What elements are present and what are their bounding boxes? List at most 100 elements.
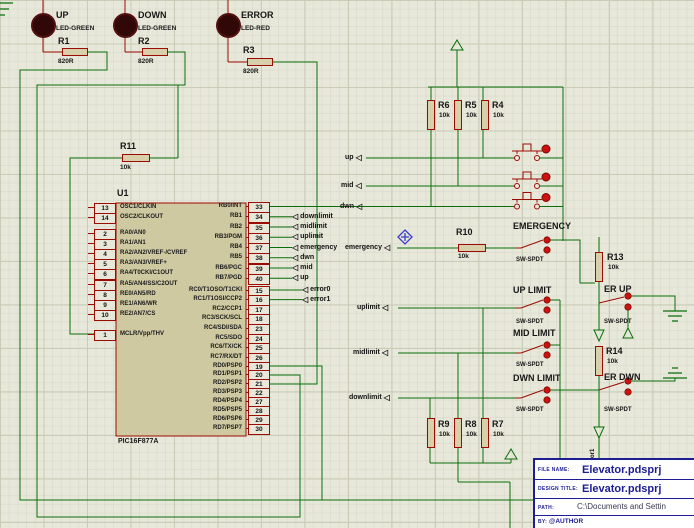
pin-label: RC3/SCK/SCL — [201, 315, 242, 322]
resistor-r4[interactable] — [481, 100, 489, 130]
resistor-r14[interactable] — [595, 346, 603, 376]
resistor-value: 10k — [439, 431, 450, 438]
resistor-r2[interactable] — [142, 48, 168, 56]
led-name: DOWN — [138, 10, 167, 20]
net-label-uplimit[interactable]: ◁ uplimit — [292, 233, 324, 241]
led-down[interactable] — [113, 13, 138, 38]
resistor-ref: R1 — [58, 36, 70, 46]
pin-number[interactable]: 40 — [248, 273, 270, 285]
terminal-arrow-icon: ◁ — [302, 294, 309, 304]
title-block-label: FILE NAME: — [538, 467, 570, 473]
led-name: UP — [56, 10, 69, 20]
terminal-arrow-icon: ◁ — [292, 252, 299, 262]
net-label-dwn[interactable]: dwn ◁ — [340, 202, 362, 210]
title-block-label: DESIGN TITLE: — [538, 486, 579, 492]
resistor-ref: R2 — [138, 36, 150, 46]
pin-number[interactable]: 1 — [94, 329, 116, 341]
chip-ref: U1 — [117, 188, 129, 198]
pin-label: RB4 — [229, 244, 242, 250]
net-label-text: uplimit — [300, 233, 324, 241]
resistor-r9[interactable] — [427, 418, 435, 448]
pin-label: RB6/PGC — [215, 264, 242, 271]
switch-model: SW-SPDT — [604, 319, 632, 325]
net-label-downlimit[interactable]: ◁ downlimit — [292, 211, 333, 221]
net-label-text: dwn — [300, 253, 315, 261]
switch-model: SW-SPDT — [516, 319, 544, 325]
terminal-arrow-icon: ◁ — [355, 181, 362, 190]
resistor-ref: R13 — [607, 252, 624, 262]
switch-label: MID LIMIT — [513, 328, 556, 338]
resistor-value: 10k — [466, 112, 477, 119]
led-up[interactable] — [31, 13, 56, 38]
terminal-arrow-icon: ◁ — [355, 153, 362, 162]
resistor-r10[interactable] — [458, 244, 486, 252]
pin-label: RB7/PGD — [215, 274, 242, 281]
resistor-value: 820R — [58, 58, 74, 65]
resistor-r6[interactable] — [427, 100, 435, 130]
net-label-text: error1 — [310, 295, 331, 303]
pin-label: RD0/PSP0 — [212, 362, 242, 369]
cursor-crosshair-icon — [397, 229, 413, 245]
net-label-midlimit[interactable]: midlimit ◁ — [353, 348, 388, 357]
resistor-ref: R5 — [465, 100, 477, 110]
pin-number[interactable]: 10 — [94, 309, 116, 321]
resistor-r11[interactable] — [122, 154, 150, 162]
switch-model: SW-SPDT — [516, 257, 544, 263]
resistor-ref: R7 — [492, 419, 504, 429]
net-label-error1[interactable]: ◁ error1 — [302, 294, 331, 304]
pin-number[interactable]: 30 — [248, 423, 270, 435]
resistor-r1[interactable] — [62, 48, 88, 56]
net-label-uplimit[interactable]: uplimit ◁ — [357, 304, 388, 312]
pin-label: RB5 — [229, 254, 242, 261]
pin-label: RB3/PGM — [214, 233, 242, 240]
terminal-arrow-icon: ◁ — [302, 285, 309, 294]
net-label-text: emergency — [300, 243, 338, 251]
terminal-arrow-icon: ◁ — [292, 273, 299, 283]
net-label-text: downlimit — [300, 212, 333, 220]
schematic-canvas[interactable]: U1 PIC16F877A error1 FILE NAME: Elevator… — [0, 0, 694, 528]
resistor-ref: R3 — [243, 45, 255, 55]
pin-label: RC0/T1OSO/T1CKI — [188, 286, 242, 293]
net-label-text: up — [345, 154, 354, 161]
net-label-emergency[interactable]: emergency ◁ — [345, 244, 390, 252]
resistor-ref: R6 — [438, 100, 450, 110]
led-model: LED-GREEN — [56, 25, 95, 32]
led-name: ERROR — [241, 10, 274, 20]
switch-label: DWN LIMIT — [513, 373, 561, 383]
resistor-r13[interactable] — [595, 252, 603, 282]
net-label-text: midlimit — [353, 349, 380, 356]
resistor-r3[interactable] — [247, 58, 273, 66]
path-value: C:\Documents and Settin — [577, 502, 666, 511]
net-label-mid[interactable]: ◁ mid — [292, 264, 313, 272]
net-label-up[interactable]: ◁ up — [292, 273, 309, 283]
switch-model: SW-SPDT — [516, 362, 544, 368]
led-model: LED-GREEN — [138, 25, 177, 32]
pin-label: RD2/PSP2 — [212, 380, 242, 387]
net-label-midlimit[interactable]: ◁ midlimit — [292, 223, 327, 231]
net-label-dwn[interactable]: ◁ dwn — [292, 252, 315, 262]
pin-label: RB0/INT — [218, 203, 242, 209]
resistor-value: 10k — [120, 164, 131, 171]
terminal-arrow-icon: ◁ — [381, 348, 388, 357]
pin-label: RD7/PSP7 — [212, 424, 242, 431]
led-error[interactable] — [216, 13, 241, 38]
net-label-downlimit[interactable]: downlimit ◁ — [349, 394, 390, 402]
resistor-value: 10k — [466, 431, 477, 438]
terminal-arrow-icon: ◁ — [292, 211, 299, 221]
pin-label: RD5/PSP5 — [212, 407, 242, 413]
resistor-value: 10k — [458, 253, 469, 260]
net-label-up[interactable]: up ◁ — [345, 153, 362, 162]
pin-number[interactable]: 14 — [94, 212, 116, 224]
resistor-r5[interactable] — [454, 100, 462, 130]
net-label-mid[interactable]: mid ◁ — [341, 181, 362, 190]
net-label-text: downlimit — [349, 394, 382, 401]
net-label-emergency[interactable]: ◁ emergency — [292, 243, 338, 251]
resistor-r7[interactable] — [481, 418, 489, 448]
net-label-text: up — [300, 274, 309, 282]
switch-label: ER DWN — [604, 372, 641, 382]
pin-label: RD4/PSP4 — [212, 398, 242, 405]
net-label-error0[interactable]: ◁ error0 — [302, 285, 330, 294]
author-value: @AUTHOR — [549, 518, 584, 525]
resistor-r8[interactable] — [454, 418, 462, 448]
resistor-ref: R14 — [606, 346, 623, 356]
